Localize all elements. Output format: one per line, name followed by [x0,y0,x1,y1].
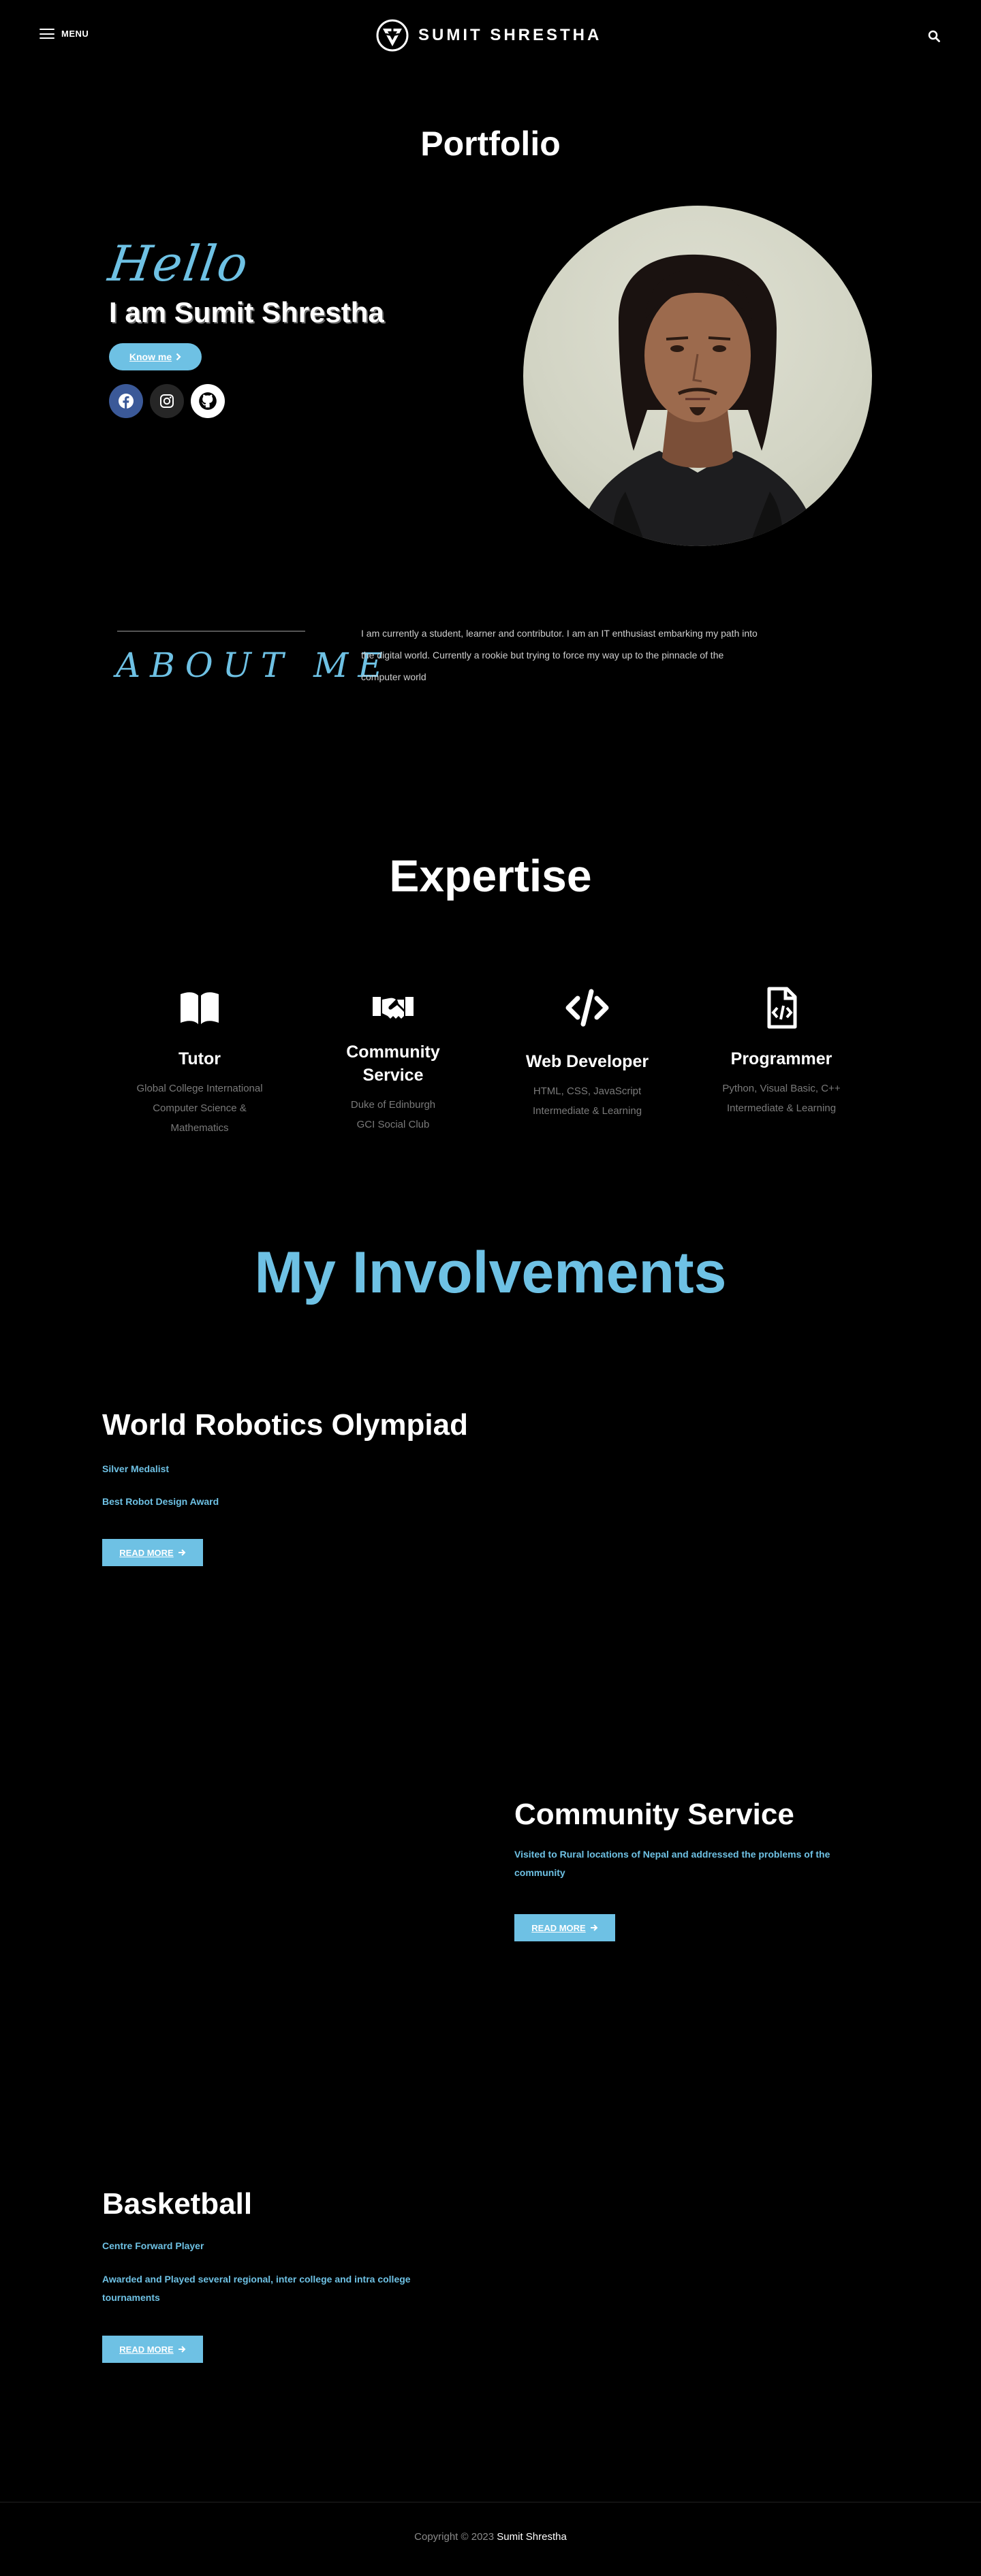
copyright-text: Copyright © 2023 [414,2531,495,2543]
hamburger-icon [40,29,54,39]
expertise-desc-line: Duke of Edinburgh [350,1099,436,1111]
expertise-tutor: Tutor Global College International Compu… [121,986,278,1138]
facebook-icon [119,394,134,409]
expertise-title: Tutor [178,1049,221,1068]
expertise-webdev: Web Developer HTML, CSS, JavaScript Inte… [509,986,666,1121]
chevron-right-icon [176,353,181,361]
profile-photo [523,206,872,546]
about-text: I am currently a student, learner and co… [361,628,758,682]
basketball-title: Basketball [102,2187,253,2221]
hello-heading: Hello [105,235,253,292]
menu-button[interactable]: MENU [40,29,89,39]
read-more-label: READ MORE [119,2344,174,2355]
expertise-desc-line: Computer Science & [153,1102,247,1114]
about-divider [117,631,305,632]
expertise-desc-line: Python, Visual Basic, C++ [722,1083,841,1094]
site-header: MENU SUMIT SHRESTHA [0,0,981,72]
read-more-label: READ MORE [531,1922,586,1933]
brand-name: SUMIT SHRESTHA [418,26,602,44]
page-title: Portfolio [420,125,561,163]
arrow-right-icon [178,1549,186,1556]
basketball-read-more-button[interactable]: READ MORE [102,2336,203,2363]
code-icon [565,989,609,1027]
intro-heading: I am Sumit Shrestha [109,296,384,328]
search-icon[interactable] [928,30,940,42]
expertise-programmer: Programmer Python, Visual Basic, C++ Int… [703,986,860,1118]
about-heading: ABOUT ME [116,646,392,685]
expertise-desc-line: Intermediate & Learning [532,1105,642,1117]
book-icon [181,992,219,1024]
github-icon [199,392,217,410]
basketball-line: Awarded and Played several regional, int… [102,2274,411,2303]
community-title: Community Service [514,1798,794,1831]
expertise-title: Programmer [730,1049,832,1068]
robotics-line: Best Robot Design Award [102,1496,219,1507]
file-code-icon [767,987,797,1029]
robotics-line: Silver Medalist [102,1463,170,1474]
expertise-desc-line: Intermediate & Learning [726,1102,837,1114]
facebook-link[interactable] [109,384,143,418]
expertise-title-line: Community [346,1043,440,1062]
brand-link[interactable]: SUMIT SHRESTHA [376,19,602,52]
instagram-icon [160,394,174,408]
know-me-label: Know me [129,351,172,362]
community-read-more-button[interactable]: READ MORE [514,1914,615,1941]
expertise-desc-line: HTML, CSS, JavaScript [533,1085,642,1097]
logo-icon [376,19,409,52]
portrait-illustration [578,254,818,546]
footer-name-link[interactable]: Sumit Shrestha [497,2531,567,2543]
read-more-label: READ MORE [119,1547,174,1558]
instagram-link[interactable] [150,384,184,418]
community-line: Visited to Rural locations of Nepal and … [514,1849,830,1878]
expertise-desc-line: GCI Social Club [356,1119,430,1130]
expertise-desc-line: Mathematics [170,1122,229,1134]
involvements-heading: My Involvements [254,1240,727,1305]
expertise-community: Community Service Duke of Edinburgh GCI … [315,986,471,1134]
know-me-button[interactable]: Know me [109,343,202,370]
expertise-title: Web Developer [525,1052,649,1071]
arrow-right-icon [590,1924,598,1931]
social-links [109,384,225,418]
robotics-title: World Robotics Olympiad [102,1408,469,1442]
expertise-title-line: Service [362,1066,424,1085]
arrow-right-icon [178,2346,186,2353]
menu-label: MENU [61,29,89,39]
expertise-desc-line: Global College International [136,1083,263,1094]
github-link[interactable] [191,384,225,418]
handshake-icon [373,997,414,1019]
expertise-heading: Expertise [389,850,592,901]
robotics-read-more-button[interactable]: READ MORE [102,1539,203,1566]
site-footer: Copyright © 2023 Sumit Shrestha [0,2531,981,2543]
basketball-line: Centre Forward Player [102,2240,204,2251]
